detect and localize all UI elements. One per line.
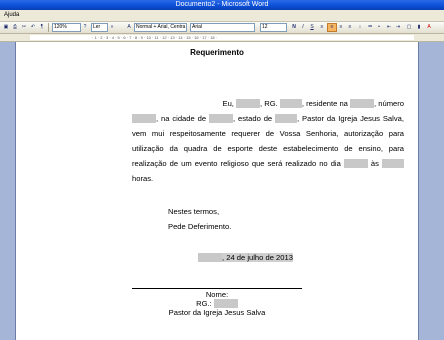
document-page[interactable]: Requerimento Eu, , RG. , residente na , … <box>15 42 419 340</box>
signature-rg-label: RG.: <box>196 299 212 308</box>
window-title: Documento2 - Microsoft Word <box>175 1 269 8</box>
line-spacing-icon[interactable]: ↕ <box>356 23 364 32</box>
menu-bar: Ajuda <box>0 10 444 22</box>
text-estado: , estado de <box>232 114 273 123</box>
signature-name-label: Nome: <box>205 290 229 299</box>
time-blank <box>382 159 404 168</box>
state-blank <box>275 114 298 123</box>
place-blank <box>198 253 222 262</box>
text-residente: , residente na <box>301 99 348 108</box>
signature-role: Pastor da Igreja Jesus Salva <box>168 308 266 317</box>
menu-help[interactable]: Ajuda <box>4 11 19 20</box>
align-left-icon[interactable]: ≡ <box>318 23 326 32</box>
horizontal-ruler[interactable]: · 1 · 2 · 3 · 4 · 5 · 6 · 7 · 8 · 9 · 10… <box>0 34 444 42</box>
help-icon[interactable]: ? <box>81 23 89 32</box>
ruler-ticks: · 1 · 2 · 3 · 4 · 5 · 6 · 7 · 8 · 9 · 10… <box>92 35 218 40</box>
increase-indent-icon[interactable]: ⇥ <box>394 23 402 32</box>
rg-blank <box>279 99 302 108</box>
city-blank <box>208 114 233 123</box>
text-as: às <box>370 159 379 168</box>
date-line: , 24 de julho de 2013 <box>198 253 293 262</box>
underline-icon[interactable]: S <box>308 23 316 32</box>
border-icon[interactable]: ▢ <box>405 23 413 32</box>
request-paragraph: Eu, , RG. , residente na , número , na c… <box>132 96 404 186</box>
justify-icon[interactable]: ≡ <box>346 23 354 32</box>
signature-line <box>132 288 302 289</box>
signature-rg-blank <box>213 299 238 308</box>
text-numero: , número <box>374 99 404 108</box>
font-size-select[interactable]: 12 <box>260 23 287 32</box>
print-icon[interactable]: ⎙ <box>11 23 19 32</box>
day-blank <box>343 159 368 168</box>
document-area: Requerimento Eu, , RG. , residente na , … <box>0 42 444 340</box>
chevron-icon[interactable]: » <box>108 23 116 32</box>
formatting-toolbar: ▣ ⎙ ✂ ↶ ¶ 120% ? Ler » A Normal + Arial,… <box>0 22 444 34</box>
cut-icon[interactable]: ✂ <box>20 23 28 32</box>
signature-rg: RG.: <box>132 299 302 308</box>
bold-icon[interactable]: N <box>290 23 298 32</box>
text-eu: Eu, <box>222 99 234 108</box>
closing-line-2: Pede Deferimento. <box>168 222 232 231</box>
font-select[interactable]: Arial <box>190 23 255 32</box>
paragraph-body: , na cidade de , estado de , Pastor da I… <box>132 111 404 186</box>
document-heading: Requerimento <box>190 48 244 57</box>
paragraph-first-line: Eu, , RG. , residente na , número <box>132 96 404 111</box>
date-text: , 24 de julho de 2013 <box>222 253 293 262</box>
font-color-icon[interactable]: A <box>425 23 433 32</box>
number-blank <box>132 114 156 123</box>
align-right-icon[interactable]: ≡ <box>337 23 345 32</box>
align-center-icon[interactable]: ≡ <box>327 23 337 32</box>
read-mode-button[interactable]: Ler <box>91 23 108 32</box>
text-rg: , RG. <box>260 99 278 108</box>
text-cidade: , na cidade de <box>156 114 207 123</box>
numbering-icon[interactable]: ≔ <box>366 23 374 32</box>
title-bar: Documento2 - Microsoft Word <box>0 0 444 10</box>
paragraph-mark-icon[interactable]: ¶ <box>38 23 46 32</box>
text-horas: horas. <box>132 174 154 183</box>
closing-line-1: Nestes termos, <box>168 207 220 216</box>
toolbar-separator <box>48 23 49 32</box>
undo-icon[interactable]: ↶ <box>29 23 37 32</box>
zoom-select[interactable]: 120% <box>52 23 81 32</box>
text-pastor: , Pastor da Igreja Jesus Salva, <box>297 114 404 123</box>
italic-icon[interactable]: I <box>299 23 307 32</box>
style-select[interactable]: Normal + Arial, Centra <box>134 23 187 32</box>
street-blank <box>350 99 375 108</box>
decrease-indent-icon[interactable]: ⇤ <box>385 23 393 32</box>
name-blank <box>236 99 261 108</box>
bullets-icon[interactable]: • <box>375 23 383 32</box>
styles-icon[interactable]: A <box>125 23 133 32</box>
save-icon[interactable]: ▣ <box>2 23 10 32</box>
highlight-icon[interactable]: ▮ <box>415 23 423 32</box>
